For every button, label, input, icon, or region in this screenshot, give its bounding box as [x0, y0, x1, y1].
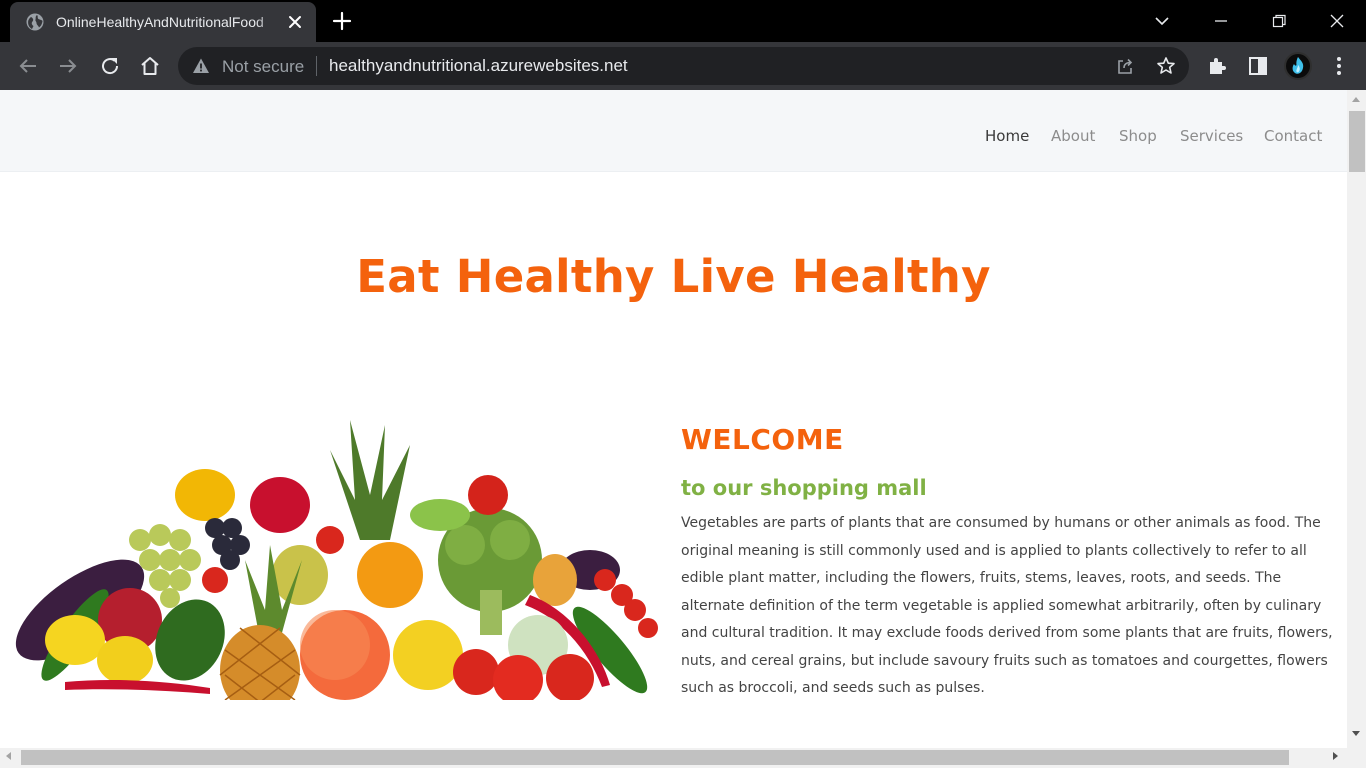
profile-flame-icon — [1292, 57, 1304, 74]
scroll-down-arrow-icon[interactable] — [1352, 731, 1360, 736]
nav-contact-link[interactable]: Contact — [1264, 127, 1322, 145]
browser-menu-dots-icon[interactable] — [1327, 54, 1351, 78]
not-secure-label[interactable]: Not secure — [222, 57, 304, 77]
new-tab-plus-icon[interactable] — [331, 10, 353, 32]
reload-icon[interactable] — [98, 54, 122, 78]
close-window-icon[interactable] — [1324, 8, 1350, 34]
hero-title: Eat Healthy Live Healthy — [356, 250, 991, 303]
share-icon[interactable] — [1115, 56, 1135, 76]
horizontal-scrollbar-thumb[interactable] — [21, 750, 1289, 765]
page-viewport: Home About Shop Services Contact Eat Hea… — [0, 90, 1347, 748]
browser-tab[interactable]: OnlineHealthyAndNutritionalFood — [10, 2, 316, 42]
vertical-scrollbar-thumb[interactable] — [1349, 111, 1365, 172]
warning-triangle-icon[interactable] — [192, 57, 210, 75]
nav-about-link[interactable]: About — [1051, 127, 1095, 145]
profile-avatar[interactable] — [1284, 52, 1312, 80]
nav-services-link[interactable]: Services — [1180, 127, 1243, 145]
address-bar[interactable]: Not secure healthyandnutritional.azurewe… — [178, 47, 1189, 85]
close-tab-icon[interactable] — [286, 13, 304, 31]
vertical-scrollbar[interactable] — [1347, 90, 1366, 748]
nav-shop-link[interactable]: Shop — [1119, 127, 1157, 145]
scroll-left-arrow-icon[interactable] — [6, 752, 11, 760]
extensions-puzzle-icon[interactable] — [1205, 54, 1229, 78]
restore-icon[interactable] — [1266, 8, 1292, 34]
globe-icon — [26, 13, 44, 31]
side-panel-icon[interactable] — [1246, 54, 1270, 78]
fruits-vegetables-image — [15, 420, 658, 700]
tab-title: OnlineHealthyAndNutritionalFood — [56, 14, 264, 30]
address-separator — [316, 56, 317, 76]
browser-toolbar: Not secure healthyandnutritional.azurewe… — [0, 42, 1366, 90]
tab-search-chevron-icon[interactable] — [1149, 8, 1175, 34]
welcome-paragraph: Vegetables are parts of plants that are … — [681, 515, 1333, 696]
back-arrow-icon[interactable] — [16, 54, 40, 78]
welcome-heading: WELCOME — [681, 423, 844, 456]
bookmark-star-icon[interactable] — [1156, 56, 1176, 76]
scroll-up-arrow-icon[interactable] — [1352, 97, 1360, 102]
minimize-icon[interactable] — [1208, 8, 1234, 34]
url-text[interactable]: healthyandnutritional.azurewebsites.net — [329, 56, 628, 76]
site-navbar: Home About Shop Services Contact — [0, 90, 1347, 172]
scroll-right-arrow-icon[interactable] — [1333, 752, 1338, 760]
home-icon[interactable] — [138, 54, 162, 78]
welcome-subheading: to our shopping mall — [681, 476, 927, 500]
forward-arrow-icon[interactable] — [56, 54, 80, 78]
nav-home-link[interactable]: Home — [985, 127, 1029, 145]
browser-tab-bar: OnlineHealthyAndNutritionalFood — [0, 0, 1366, 42]
